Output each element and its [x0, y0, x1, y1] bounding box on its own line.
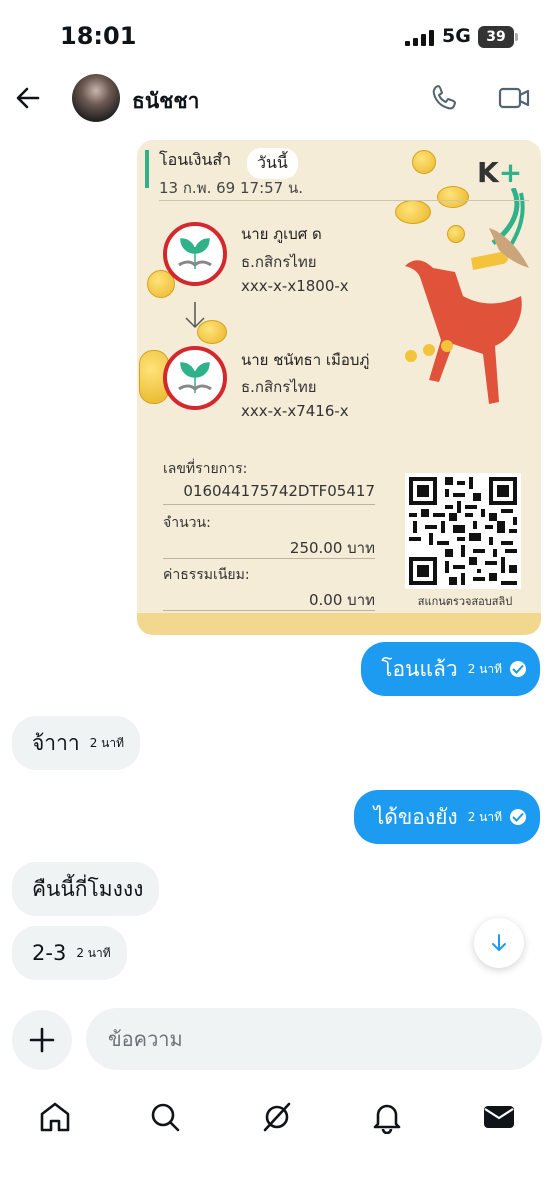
network-label: 5G [442, 25, 471, 47]
message-bubble-incoming[interactable]: จ้าาา 2 นาที [12, 716, 140, 770]
ref-value: 016044175742DTF05417 [183, 482, 375, 500]
message-time: 2 นาที [76, 945, 111, 960]
message-time: 2 นาที [89, 735, 124, 750]
message-input[interactable] [86, 1008, 542, 1070]
scroll-to-bottom-button[interactable] [474, 918, 524, 968]
arrow-down-icon [492, 934, 506, 951]
plus-icon [29, 1027, 55, 1053]
receiver-bank: ธ.กสิกรไทย [241, 378, 317, 396]
sender-account: xxx-x-x1800-x [241, 277, 349, 295]
search-icon[interactable] [148, 1100, 182, 1134]
ref-label: เลขที่รายการ: [163, 461, 248, 477]
message-text: ได้ของยัง [373, 804, 458, 829]
message-bubble-outgoing[interactable]: โอนแล้ว 2 นาที [361, 642, 540, 696]
kbank-logo-icon [163, 346, 227, 410]
kbank-logo-icon [163, 222, 227, 286]
slip-date: 13 ก.พ. 69 17:57 น. [159, 179, 304, 197]
slip-accent-bar [145, 150, 149, 188]
read-check-icon [510, 809, 526, 825]
fee-value: 0.00 บาท [309, 591, 375, 609]
detail-divider [163, 610, 375, 611]
message-time: 2 นาที [467, 661, 502, 676]
horse-illustration [405, 188, 529, 404]
grok-icon[interactable] [260, 1100, 294, 1134]
message-text: จ้าาา [32, 730, 80, 755]
message-text: คืนนี้กี่โมงงง [32, 876, 144, 901]
amount-value: 250.00 บาท [289, 539, 375, 557]
battery-icon: 39 [478, 26, 518, 48]
receiver-account: xxx-x-x7416-x [241, 402, 349, 420]
message-bubble-incoming[interactable]: คืนนี้กี่โมงงง [12, 862, 160, 916]
read-check-icon [510, 661, 526, 677]
phone-icon[interactable] [430, 83, 460, 113]
transfer-arrow-icon [185, 302, 205, 329]
sender-bank: ธ.กสิกรไทย [241, 253, 317, 271]
receiver-name: นาย ชนัทธา เมือบภู่ [241, 351, 370, 369]
message-time: 2 นาที [467, 809, 502, 824]
date-separator-today: วันนี้ [247, 148, 298, 179]
detail-divider [163, 504, 375, 505]
kplus-plus: + [498, 156, 523, 189]
video-call-icon[interactable] [498, 84, 530, 112]
kplus-letter: K [477, 156, 499, 189]
detail-divider [163, 558, 375, 559]
message-bubble-outgoing[interactable]: ได้ของยัง 2 นาที [353, 790, 540, 844]
add-attachment-button[interactable] [12, 1010, 72, 1070]
slip-title: โอนเงินสำ [159, 150, 232, 169]
transfer-slip-image[interactable]: โอนเงินสำ วันนี้ 13 ก.พ. 69 17:57 น. K+ … [137, 140, 541, 635]
kplus-logo: K+ [477, 156, 522, 189]
qr-caption: สแกนตรวจสอบสลิป [417, 595, 513, 608]
bell-icon[interactable] [370, 1100, 404, 1134]
slip-divider [159, 200, 529, 201]
battery-level: 39 [486, 29, 506, 45]
signal-icon [405, 30, 434, 46]
message-text: 2-3 [32, 941, 67, 965]
avatar[interactable] [72, 74, 120, 122]
sender-name: นาย ภูเบศ ด [241, 225, 322, 243]
message-text: โอนแล้ว [381, 656, 458, 681]
fee-label: ค่าธรรมเนียม: [163, 567, 250, 583]
mail-icon[interactable] [482, 1100, 516, 1134]
coin-decoration [412, 150, 436, 174]
status-time: 18:01 [60, 22, 137, 50]
message-bubble-incoming[interactable]: 2-3 2 นาที [12, 926, 127, 980]
contact-name[interactable]: ธนัชชา [132, 85, 199, 118]
back-arrow-icon[interactable] [14, 84, 42, 112]
amount-label: จำนวน: [163, 515, 211, 531]
home-icon[interactable] [38, 1100, 72, 1134]
slip-footer-band [137, 613, 541, 635]
qr-code [405, 473, 521, 589]
